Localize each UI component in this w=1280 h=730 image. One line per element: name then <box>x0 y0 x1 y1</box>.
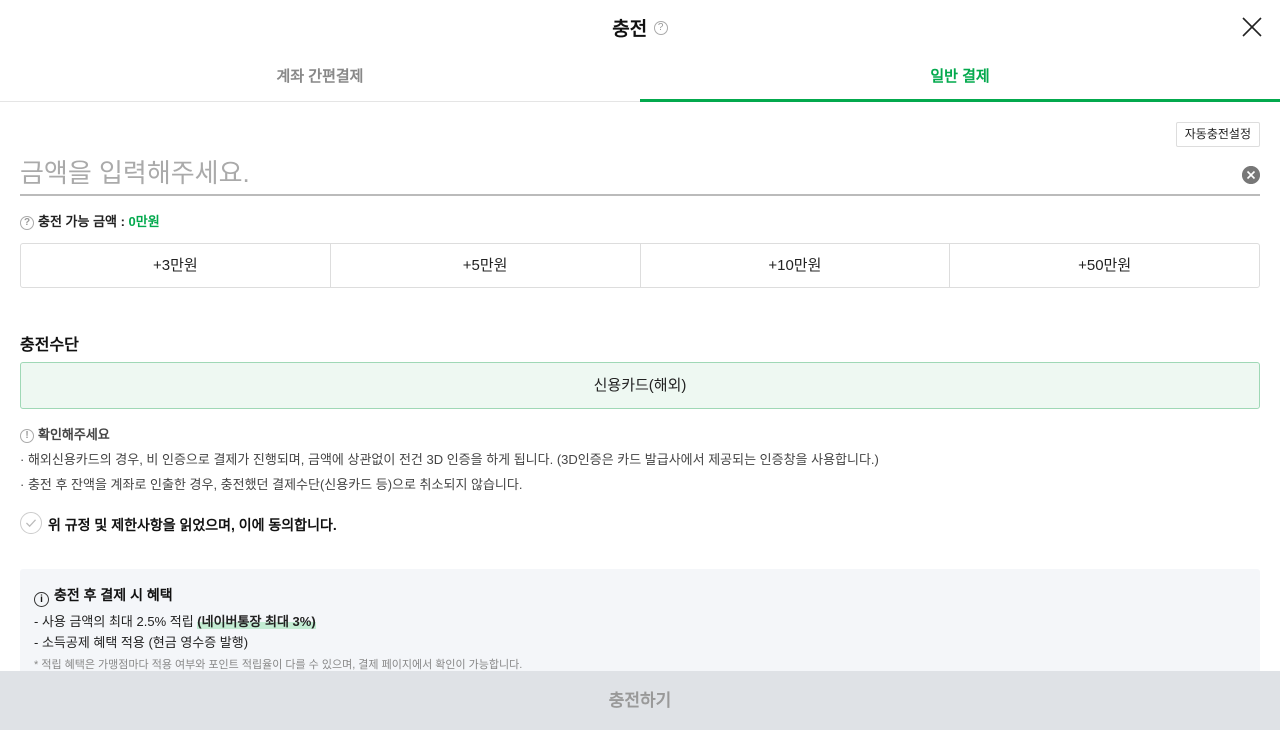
charge-limit-info: ? 충전 가능 금액 : 0만원 <box>20 211 160 230</box>
amount-field <box>20 152 1260 196</box>
quick-amount-buttons: +3만원 +5만원 +10만원 +50만원 <box>20 243 1260 288</box>
benefit-title-text: 충전 후 결제 시 혜택 <box>54 587 173 603</box>
benefit-line: - 사용 금액의 최대 2.5% 적립 (네이버통장 최대 3%) <box>34 611 316 630</box>
info-circle-icon: i <box>34 592 49 607</box>
payment-method-option[interactable]: 신용카드(해외) <box>20 362 1260 409</box>
notice-line: · 충전 후 잔액을 계좌로 인출한 경우, 충전했던 결제수단(신용카드 등)… <box>20 477 523 492</box>
quick-amount-button-50[interactable]: +50만원 <box>950 244 1259 287</box>
question-circle-icon[interactable]: ? <box>653 20 668 35</box>
benefit-highlight: (네이버통장 최대 3%) <box>197 614 316 629</box>
notice-title: ! 확인해주세요 <box>20 424 110 443</box>
benefit-line-text: - 사용 금액의 최대 2.5% 적립 <box>34 614 198 629</box>
close-icon[interactable] <box>1241 16 1263 38</box>
page-title: 충전 <box>612 19 648 40</box>
payment-method-title: 충전수단 <box>20 337 79 354</box>
clear-input-icon[interactable] <box>1242 166 1260 184</box>
check-circle-icon[interactable] <box>20 512 42 534</box>
charge-limit-label: 충전 가능 금액 : <box>38 214 129 229</box>
benefit-title: i 충전 후 결제 시 혜택 <box>34 585 173 607</box>
charge-submit-button[interactable]: 충전하기 <box>0 671 1280 730</box>
agreement-label: 위 규정 및 제한사항을 읽었으며, 이에 동의합니다. <box>48 517 337 533</box>
tab-general-payment[interactable]: 일반 결제 <box>640 54 1280 102</box>
exclamation-circle-icon: ! <box>20 428 34 443</box>
payment-tabs: 계좌 간편결제 일반 결제 <box>0 54 1280 102</box>
tab-account-easy-pay[interactable]: 계좌 간편결제 <box>0 54 640 102</box>
benefit-box: i 충전 후 결제 시 혜택 - 사용 금액의 최대 2.5% 적립 (네이버통장… <box>20 569 1260 679</box>
quick-amount-button-3[interactable]: +3만원 <box>21 244 331 287</box>
auto-charge-settings-button[interactable]: 자동충전설정 <box>1175 122 1260 147</box>
quick-amount-button-5[interactable]: +5만원 <box>331 244 641 287</box>
modal-header: 충전 ? <box>0 0 1280 54</box>
charge-limit-value: 0만원 <box>128 214 160 229</box>
question-circle-icon[interactable]: ? <box>20 215 34 230</box>
quick-amount-button-10[interactable]: +10만원 <box>641 244 951 287</box>
notice-title-text: 확인해주세요 <box>38 427 110 442</box>
amount-input[interactable] <box>20 152 1220 194</box>
title-wrap: 충전 ? <box>0 14 1280 41</box>
notice-line: · 해외신용카드의 경우, 비 인증으로 결제가 진행되며, 금액에 상관없이 … <box>20 452 879 467</box>
benefit-line: - 소득공제 혜택 적용 (현금 영수증 발행) <box>34 635 249 650</box>
benefit-note: * 적립 혜택은 가맹점마다 적용 여부와 포인트 적립율이 다를 수 있으며,… <box>34 659 523 671</box>
